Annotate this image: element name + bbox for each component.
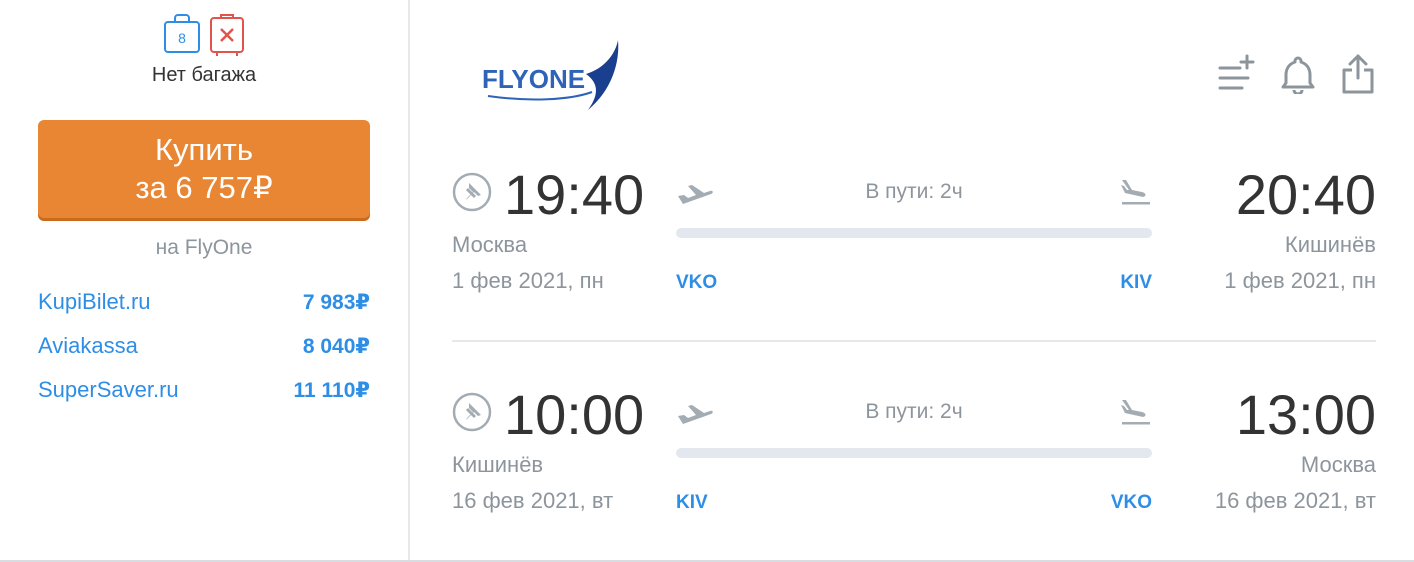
arrival-time: 20:40 [1235, 163, 1376, 226]
offer-price[interactable]: 11 110₽ [293, 378, 370, 403]
hand-luggage-count: 8 [178, 30, 186, 46]
offer-price[interactable]: 7 983₽ [303, 290, 370, 315]
flight-details: FLYONE 19:40 Москва 1 фев 2021, пн В пут… [412, 0, 1414, 560]
seller-label: на FlyOne [155, 236, 253, 259]
departure-city: Москва [452, 232, 528, 257]
add-to-list-icon[interactable] [1216, 54, 1256, 94]
departure-date: 16 фев 2021, вт [452, 488, 614, 513]
departure-date: 1 фев 2021, пн [452, 268, 604, 293]
offer-agency[interactable]: Aviakassa [38, 333, 138, 359]
departure-airport-code: KIV [676, 492, 708, 513]
flight-segment-return: 10:00 Кишинёв 16 фев 2021, вт В пути: 2ч… [452, 380, 1376, 540]
bell-icon[interactable] [1280, 54, 1316, 94]
flight-segment-outbound: 19:40 Москва 1 фев 2021, пн В пути: 2ч V… [452, 160, 1376, 320]
offers-list: KupiBilet.ru 7 983₽ Aviakassa 8 040₽ Sup… [38, 280, 370, 412]
segment-divider [452, 340, 1376, 342]
route-line: В пути: 2ч KIV VKO [676, 380, 1152, 530]
departure-airport-code: VKO [676, 272, 718, 293]
buy-button-price: за 6 757₽ [135, 170, 273, 205]
arrival-time: 13:00 [1235, 383, 1376, 446]
pin-icon[interactable] [452, 172, 492, 212]
arrival-airport-code: KIV [1120, 272, 1152, 293]
arrival-city: Кишинёв [1284, 232, 1376, 257]
pin-icon[interactable] [452, 392, 492, 432]
share-icon[interactable] [1340, 54, 1376, 94]
departure-city: Кишинёв [452, 452, 544, 477]
baggage-label: Нет багажа [151, 64, 257, 86]
buy-button-label: Купить [154, 132, 253, 167]
airline-name: FLYONE [482, 64, 585, 94]
departure-time: 19:40 [504, 163, 645, 226]
action-toolbar [1216, 54, 1376, 94]
landing-icon [1121, 400, 1150, 425]
no-baggage-icon [210, 14, 244, 56]
flight-duration: В пути: 2ч [865, 180, 963, 203]
offer-item[interactable]: KupiBilet.ru 7 983₽ [38, 280, 370, 324]
ticket-card: 8 Нет багажа Купить за 6 757₽ на FlyOne … [0, 0, 1414, 562]
airline-logo: FLYONE [480, 40, 622, 114]
landing-icon [1121, 180, 1150, 205]
offer-price[interactable]: 8 040₽ [303, 334, 370, 359]
arrival-date: 16 фев 2021, вт [1214, 488, 1376, 513]
arrival-date: 1 фев 2021, пн [1224, 268, 1376, 293]
arrival-city: Москва [1300, 452, 1376, 477]
hand-luggage-icon: 8 [164, 14, 200, 53]
route-line: В пути: 2ч VKO KIV [676, 160, 1152, 310]
arrival-airport-code: VKO [1110, 492, 1152, 513]
route-progress-bar [676, 448, 1152, 458]
offer-agency[interactable]: KupiBilet.ru [38, 289, 151, 315]
baggage-icons: 8 [163, 12, 247, 58]
buy-button[interactable]: Купить за 6 757₽ [38, 120, 370, 218]
price-panel: 8 Нет багажа Купить за 6 757₽ на FlyOne … [0, 0, 410, 560]
offer-agency[interactable]: SuperSaver.ru [38, 377, 179, 403]
departure-time: 10:00 [504, 383, 645, 446]
offer-item[interactable]: Aviakassa 8 040₽ [38, 324, 370, 368]
flight-duration: В пути: 2ч [865, 400, 963, 423]
offer-item[interactable]: SuperSaver.ru 11 110₽ [38, 368, 370, 412]
route-progress-bar [676, 228, 1152, 238]
